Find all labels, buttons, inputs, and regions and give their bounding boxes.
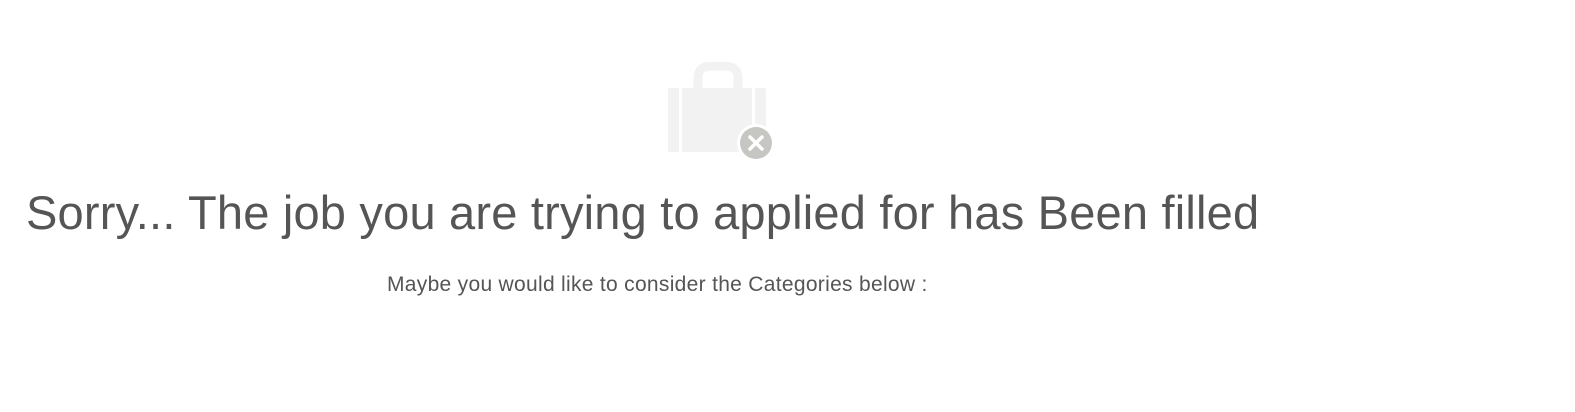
close-icon <box>737 124 775 162</box>
categories-hint: Maybe you would like to consider the Cat… <box>387 273 928 296</box>
job-filled-briefcase-icon <box>666 62 776 162</box>
job-filled-empty-state: Sorry... The job you are trying to appli… <box>0 0 1440 412</box>
page-title: Sorry... The job you are trying to appli… <box>26 186 1260 239</box>
